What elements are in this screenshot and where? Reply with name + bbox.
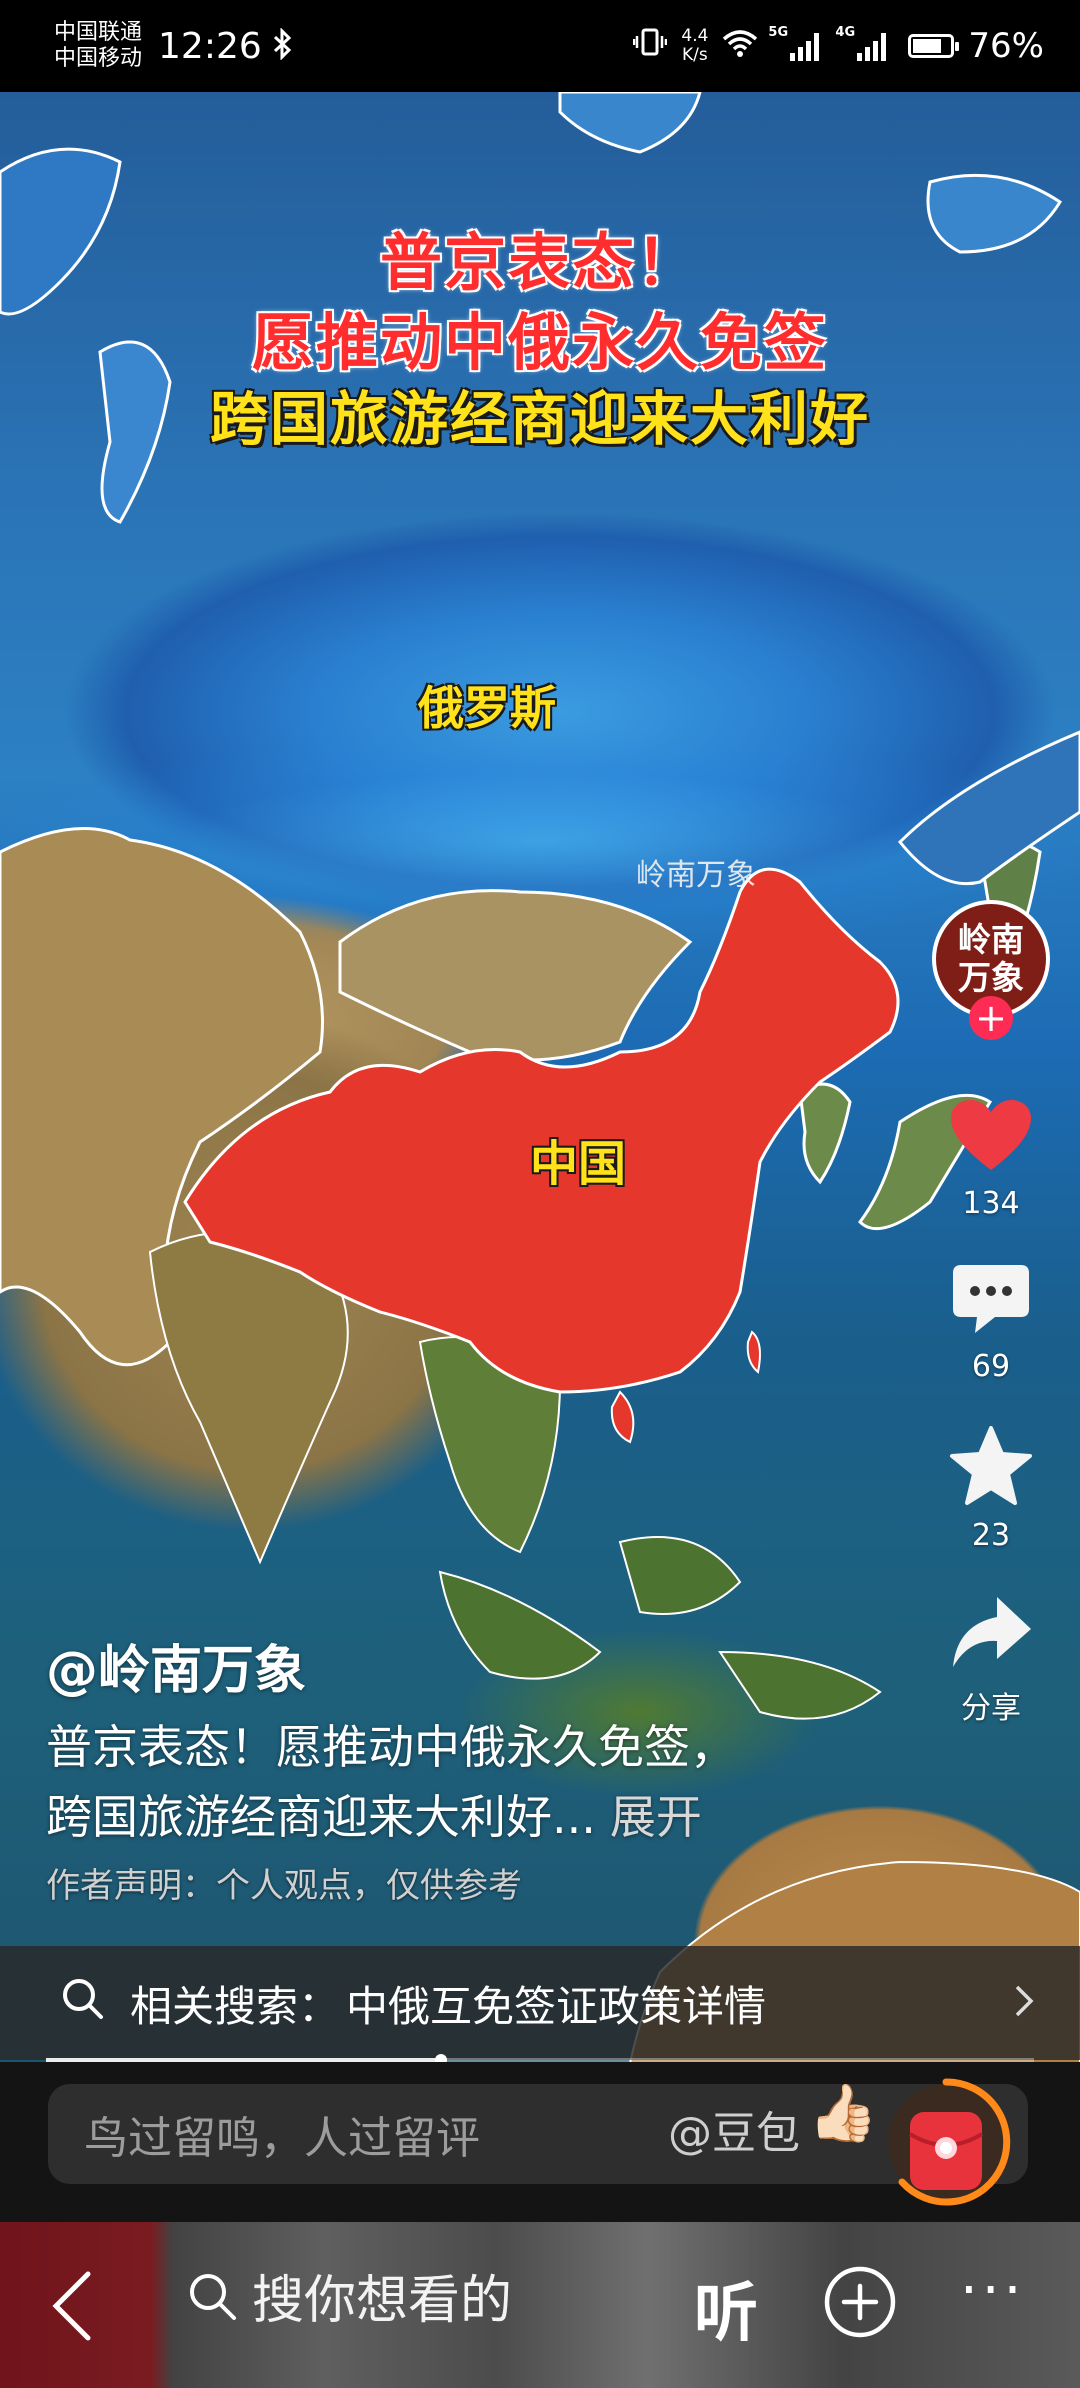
comment-count: 69 [971,1349,1011,1384]
wifi-icon [722,26,758,66]
signal-sim2-icon: 4G [835,25,887,61]
more-options-button[interactable]: ··· [960,2258,1025,2323]
action-column: 岭南万象 + 134 69 23 分享 [926,900,1056,1727]
vibrate-icon [633,26,668,66]
thumbs-up-emoji-button[interactable]: 👍🏻 [808,2080,878,2146]
search-icon [190,2273,236,2320]
video-caption-line-1: 普京表态！ [379,226,700,299]
mention-doubao-button[interactable]: @豆包 [668,2084,800,2184]
follow-button[interactable]: + [969,996,1013,1040]
red-envelope-button[interactable] [876,2072,1016,2212]
like-count: 134 [962,1186,1020,1221]
map-label-china: 中国 [530,1136,627,1192]
heart-icon [949,1098,1033,1178]
network-speed: 4.4 K/s [681,27,708,65]
battery-percent: 76% [968,26,1044,66]
carrier-1: 中国联通 [54,20,143,45]
description-line-2-text: 跨国旅游经商迎来大利好... [46,1790,596,1844]
search-icon [60,1976,104,2030]
signal-sim1-icon: 5G [768,25,820,61]
add-circle-icon[interactable] [822,2264,898,2344]
clock: 12:26 [158,25,262,67]
comment-button[interactable]: 69 [951,1263,1031,1384]
related-search-label: 相关搜索： [130,1981,341,2031]
battery-icon [908,34,960,58]
related-search-query: 中俄互免签证政策详情 [346,1981,767,2031]
comment-placeholder: 鸟过留鸣，人过留评 [84,2113,480,2164]
bottom-search-placeholder: 搜你想看的 [252,2271,513,2331]
status-bar: 中国联通 中国移动 12:26 4.4 K/s 5G 4G 76% [0,0,1080,92]
avatar-text: 岭南万象 [958,920,1024,997]
bottom-nav-row: 搜你想看的 听 ··· [0,2222,1080,2388]
share-label: 分享 [961,1691,1021,1726]
bluetooth-icon [272,27,294,64]
plus-icon: + [975,996,1007,1040]
favorite-button[interactable]: 23 [949,1426,1033,1553]
back-arrow-icon[interactable] [50,2270,94,2346]
author-name[interactable]: @岭南万象 [46,1628,306,1703]
net-speed-value: 4.4 [681,26,709,46]
map-label-russia: 俄罗斯 [418,681,556,735]
status-right: 4.4 K/s 5G 4G 76% [633,25,1044,66]
share-button[interactable]: 分享 [949,1595,1033,1727]
description-line-2: 跨国旅游经商迎来大利好... 展开 [46,1782,806,1852]
sim2-type: 4G [835,25,856,40]
video-caption-line-3: 跨国旅游经商迎来大利好 [209,385,870,453]
status-left: 中国联通 中国移动 12:26 [54,20,294,72]
red-envelope-icon [888,2078,1011,2206]
like-button[interactable]: 134 [949,1098,1033,1221]
carrier-2: 中国移动 [54,46,143,71]
video-caption-line-2: 愿推动中俄永久免签 [251,306,828,379]
related-search-bar[interactable]: 相关搜索： 中俄互免签证政策详情 [0,1946,1080,2060]
bottom-nav: 搜你想看的 听 ··· [0,2222,1080,2388]
author-disclaimer: 作者声明：个人观点，仅供参考 [46,1866,522,1906]
carrier-names: 中国联通 中国移动 [54,20,142,72]
comment-bar: 鸟过留鸣，人过留评 @豆包 👍🏻 [0,2062,1080,2222]
listen-button[interactable]: 听 [694,2262,758,2354]
description-line-1: 普京表态！愿推动中俄永久免签， [46,1720,736,1774]
bottom-search-box[interactable]: 搜你想看的 [186,2258,512,2333]
star-icon [949,1426,1033,1510]
favorite-count: 23 [971,1518,1011,1553]
expand-button[interactable]: 展开 [610,1790,702,1844]
comment-bubble-icon [951,1263,1031,1341]
post-description[interactable]: 普京表态！愿推动中俄永久免签， 跨国旅游经商迎来大利好... 展开 [46,1712,806,1852]
share-arrow-icon [949,1595,1033,1675]
chevron-right-icon [1014,1978,1034,2029]
video-watermark: 岭南万象 [636,858,756,893]
net-speed-unit: K/s [682,45,708,65]
sim1-type: 5G [768,25,789,40]
